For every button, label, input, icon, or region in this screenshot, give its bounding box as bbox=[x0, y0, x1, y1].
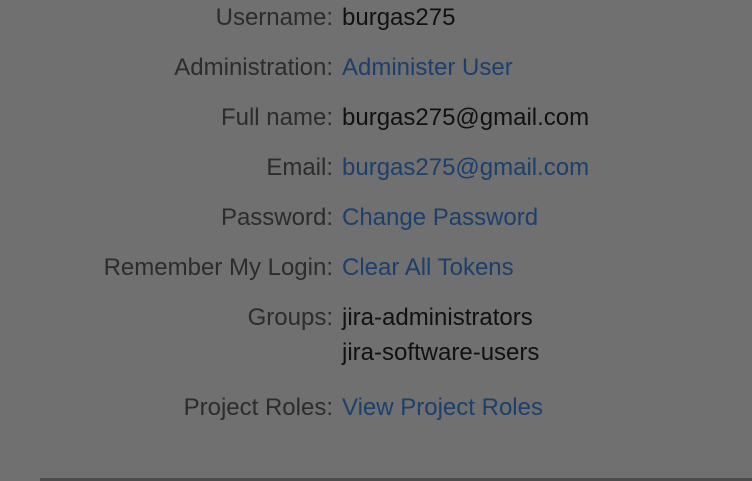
administration-row: Administration: Administer User bbox=[0, 52, 752, 102]
remember-login-row: Remember My Login: Clear All Tokens bbox=[0, 252, 752, 302]
view-project-roles-link[interactable]: View Project Roles bbox=[342, 392, 543, 424]
project-roles-row: Project Roles: View Project Roles bbox=[0, 392, 752, 442]
remember-login-label: Remember My Login: bbox=[103, 254, 333, 281]
groups-list: jira-administrators jira-software-users bbox=[342, 302, 539, 372]
group-item: jira-administrators bbox=[342, 304, 533, 331]
username-label: Username: bbox=[215, 4, 333, 31]
project-roles-label: Project Roles: bbox=[183, 394, 333, 421]
groups-row: Groups: jira-administrators jira-softwar… bbox=[0, 302, 752, 382]
email-link[interactable]: burgas275@gmail.com bbox=[342, 152, 589, 184]
username-row: Username: burgas275 bbox=[0, 2, 752, 52]
groups-label: Groups: bbox=[247, 304, 333, 331]
full-name-row: Full name: burgas275@gmail.com bbox=[0, 102, 752, 152]
group-item: jira-software-users bbox=[342, 339, 540, 366]
email-label: Email: bbox=[266, 154, 333, 181]
username-value: burgas275 bbox=[342, 4, 456, 31]
password-row: Password: Change Password bbox=[0, 202, 752, 252]
administration-label: Administration: bbox=[174, 54, 333, 81]
clear-all-tokens-link[interactable]: Clear All Tokens bbox=[342, 252, 514, 284]
administer-user-link[interactable]: Administer User bbox=[342, 52, 513, 84]
change-password-link[interactable]: Change Password bbox=[342, 202, 538, 234]
email-row: Email: burgas275@gmail.com bbox=[0, 152, 752, 202]
full-name-value: burgas275@gmail.com bbox=[342, 104, 590, 131]
full-name-label: Full name: bbox=[220, 104, 333, 131]
password-label: Password: bbox=[220, 204, 333, 231]
